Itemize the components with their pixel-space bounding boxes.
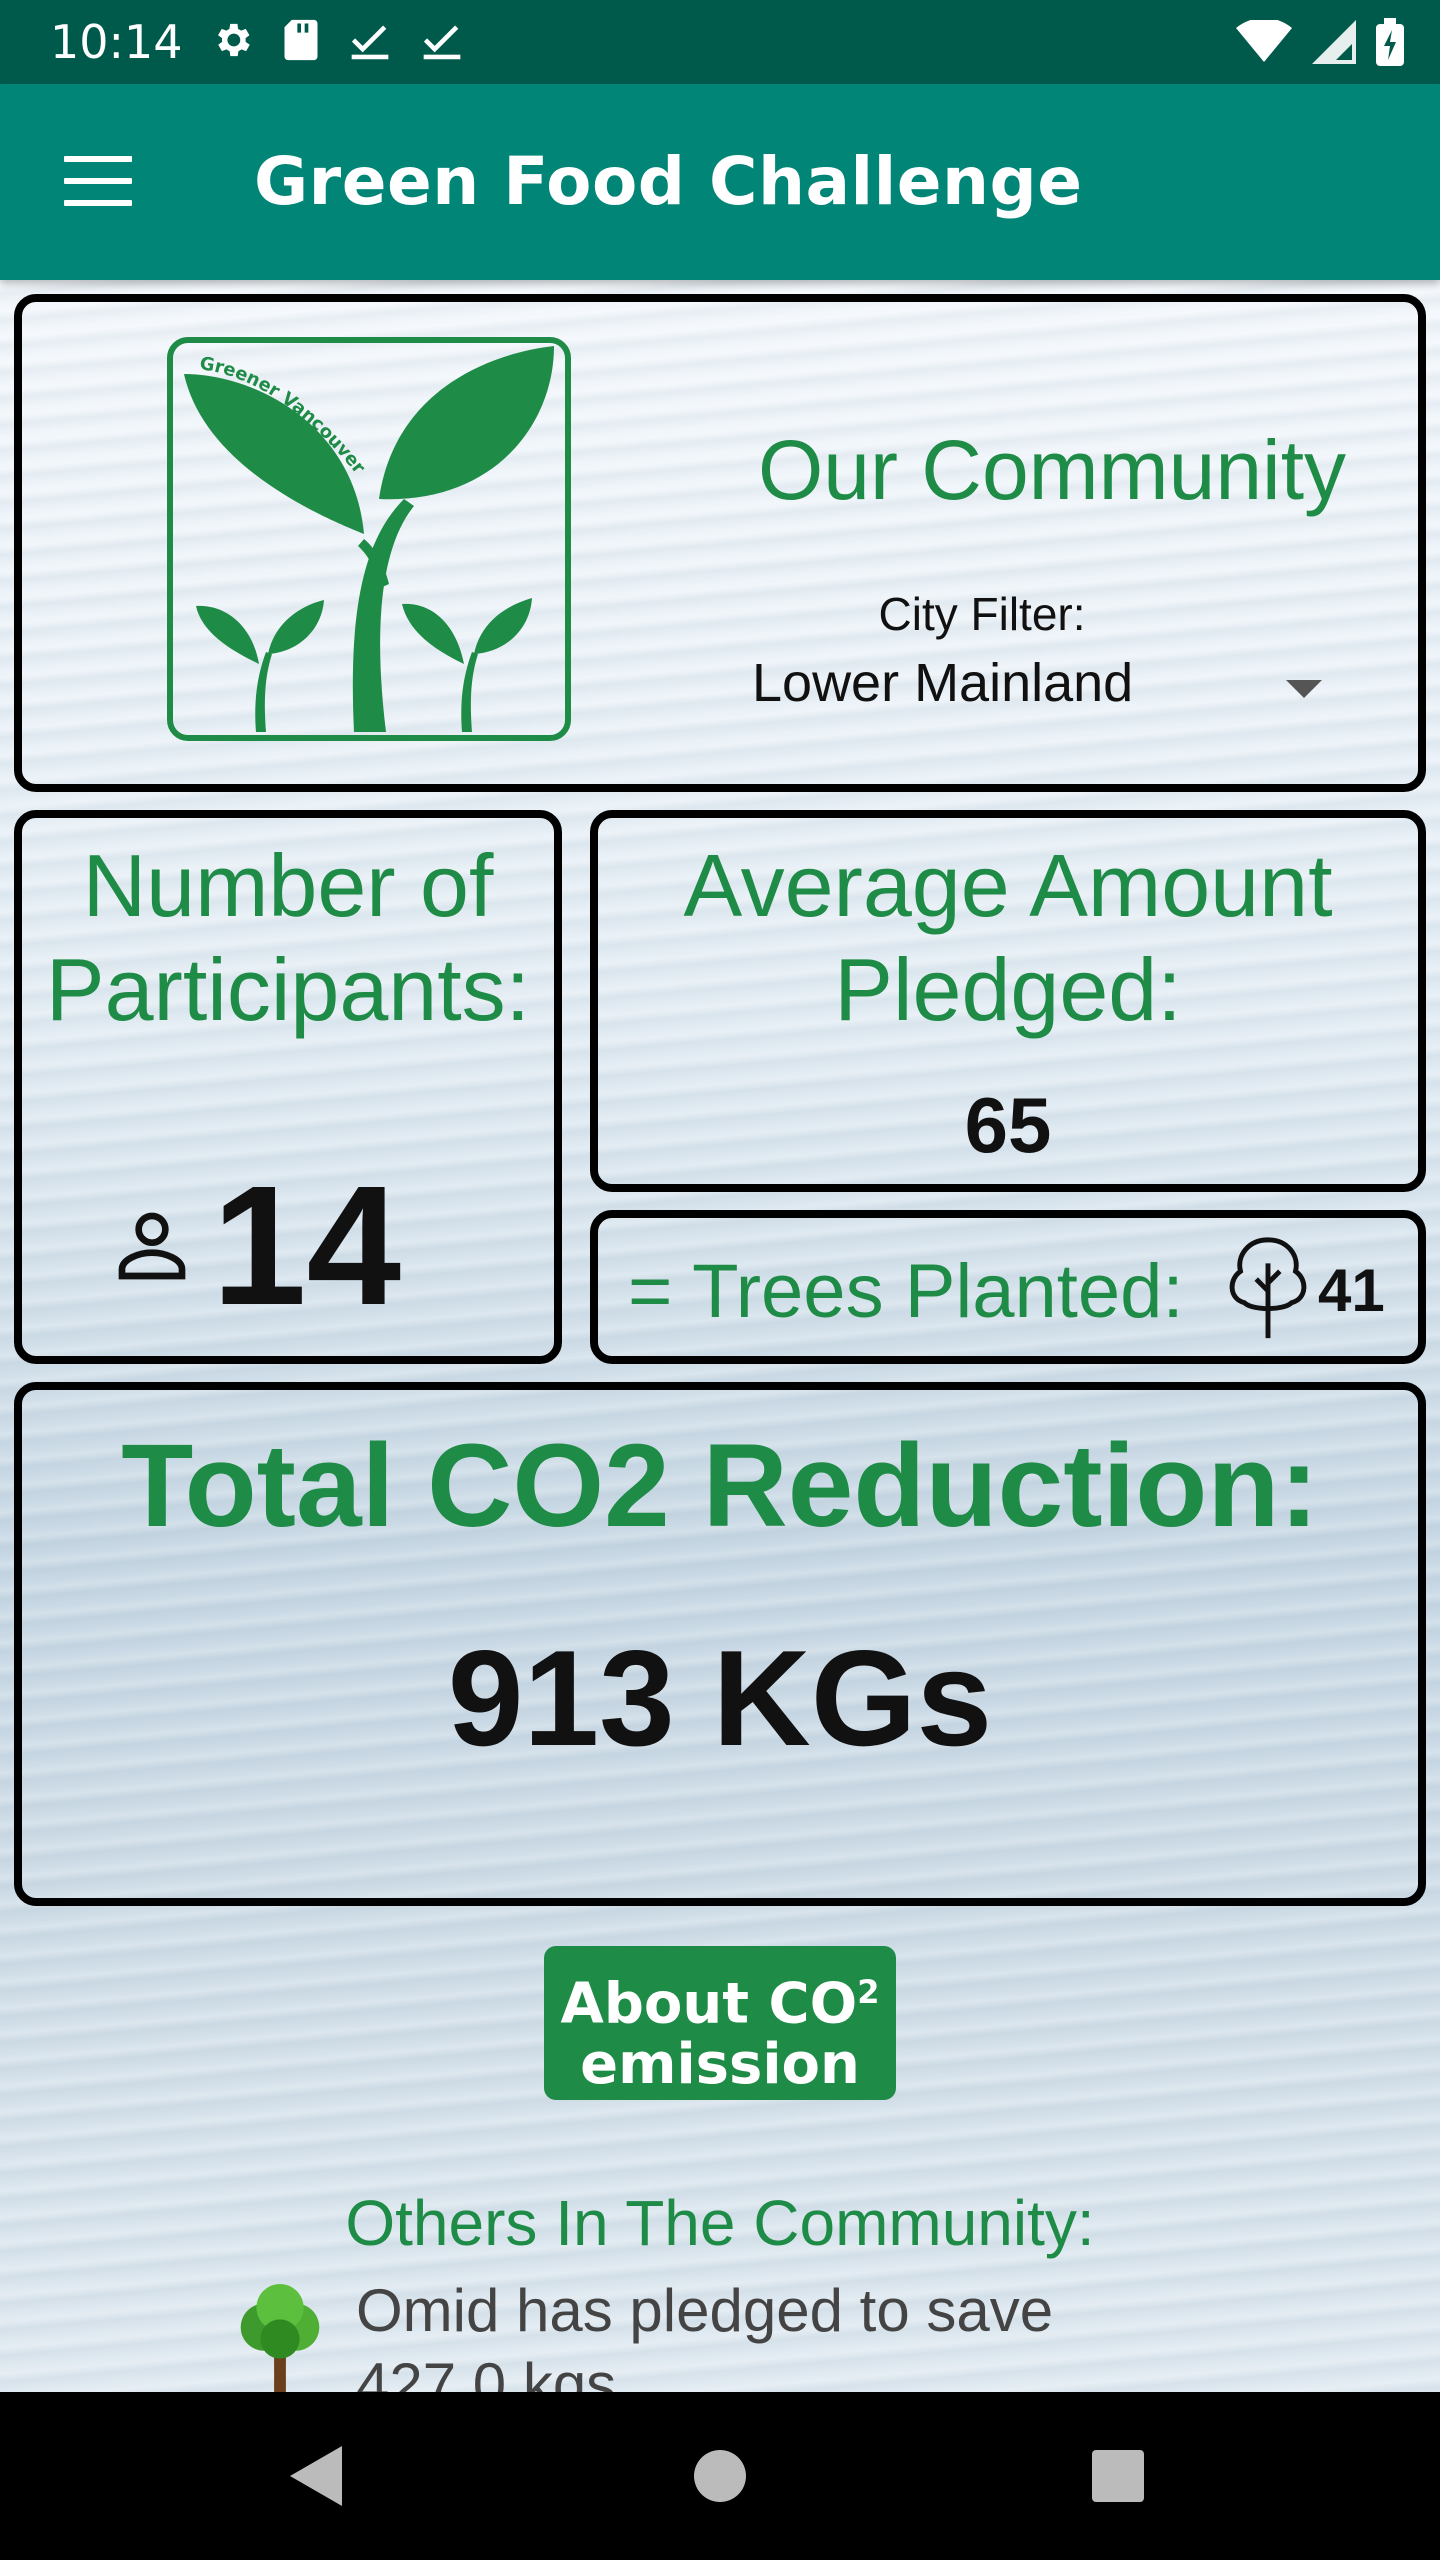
hamburger-menu-icon[interactable] [64,156,132,208]
average-pledged-value: 65 [964,1081,1052,1169]
trees-planted-value: 41 [1318,1257,1385,1324]
status-time: 10:14 [50,15,183,69]
city-filter-value: Lower Mainland [752,653,1134,713]
navigation-bar [0,2392,1440,2560]
community-card: Greener Vancouver Our Community City Fil… [14,294,1426,792]
city-filter-label: City Filter: [878,588,1086,640]
about-button-line2: emission [580,2031,860,2097]
tree-icon [1229,1237,1307,1339]
total-reduction-card: Total CO2 Reduction: 913 KGs [14,1382,1426,1906]
sd-card-icon [284,19,318,61]
feed-item-amount: 427.0 kgs [356,2351,617,2392]
person-icon [118,1212,186,1280]
tree-illustration-icon [240,2284,320,2392]
participants-label: Number of Participants: [45,836,531,1039]
average-pledged-card: Average Amount Pledged: 65 [590,810,1426,1192]
list-item: Omid has pledged to save 427.0 kgs [232,2274,1232,2392]
total-reduction-value: 913 KGs [447,1622,993,1774]
trees-planted-label: = Trees Planted: [628,1249,1184,1334]
about-co2-button[interactable]: About CO2 emission [544,1946,896,2100]
recent-apps-icon[interactable] [1092,2450,1144,2502]
check-icon [423,25,461,60]
check-icon [351,25,389,60]
back-icon[interactable] [290,2446,342,2506]
total-reduction-label: Total CO2 Reduction: [121,1420,1319,1552]
battery-icon [1376,18,1404,66]
feed-item-text: Omid has pledged to save [356,2277,1054,2344]
about-button-line1: About CO [560,1971,858,2037]
status-bar: 10:14 [0,0,1440,84]
home-icon[interactable] [694,2450,746,2502]
app-bar: Green Food Challenge [0,84,1440,280]
dropdown-arrow-icon [1286,680,1322,698]
community-title: Our Community [757,423,1347,517]
wifi-icon [1236,20,1292,62]
others-title: Others In The Community: [345,2187,1095,2259]
participants-count: 14 [212,1151,402,1341]
participants-card: Number of Participants: 14 [14,810,562,1364]
app-title: Green Food Challenge [254,143,1083,220]
average-pledged-label: Average Amount Pledged: [683,836,1333,1039]
signal-icon [1312,20,1356,64]
main-content[interactable]: Greener Vancouver Our Community City Fil… [0,280,1440,2392]
greener-vancouver-logo: Greener Vancouver [167,337,571,741]
trees-planted-card: = Trees Planted: 41 [590,1210,1426,1364]
city-filter-dropdown[interactable]: Lower Mainland [752,652,1322,732]
about-button-superscript: 2 [857,1973,880,2011]
gear-icon [218,23,250,57]
